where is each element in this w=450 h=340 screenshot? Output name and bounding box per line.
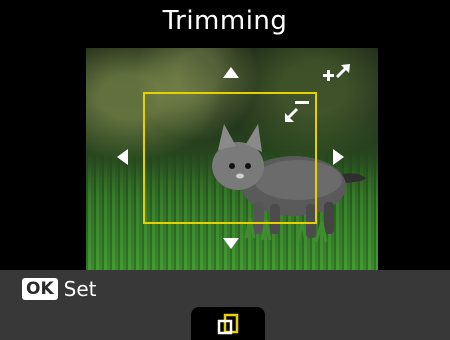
arrow-up-icon[interactable] [223,67,239,78]
ok-label: Set [63,277,97,301]
arrow-right-icon[interactable] [333,149,344,165]
ok-action[interactable]: OK Set [22,277,96,301]
rotate-crop-icon [217,313,239,335]
arrow-left-icon[interactable] [117,149,128,165]
zoom-in-icon[interactable] [321,61,353,89]
ok-key-badge: OK [22,278,58,300]
trimming-screen: Trimming OK Set [0,0,450,340]
rotate-crop-button[interactable] [191,307,265,340]
arrow-down-icon[interactable] [223,238,239,249]
page-title: Trimming [162,6,288,36]
zoom-out-icon[interactable] [283,97,315,125]
